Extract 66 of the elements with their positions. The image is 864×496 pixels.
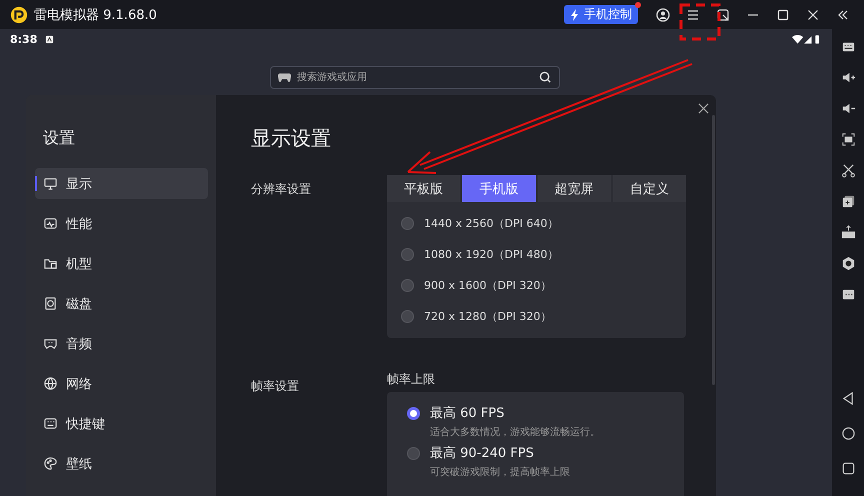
close-icon[interactable] bbox=[698, 103, 709, 114]
phone-control-button[interactable]: 手机控制 bbox=[564, 5, 638, 24]
window-title: 雷电模拟器 9.1.68.0 bbox=[34, 6, 157, 24]
screen-resize-icon[interactable] bbox=[716, 8, 730, 22]
option-label[interactable]: 最高 60 FPS bbox=[430, 404, 600, 422]
audio-icon bbox=[43, 336, 58, 351]
option-description: 可突破游戏限制，提高帧率上限 bbox=[430, 466, 570, 479]
account-icon[interactable] bbox=[656, 8, 670, 22]
search-icon[interactable] bbox=[539, 71, 551, 83]
option-description: 适合大多数情况，游戏能够流畅运行。 bbox=[430, 426, 600, 439]
sidebar-item[interactable]: 性能 bbox=[35, 208, 208, 239]
more-icon[interactable] bbox=[840, 287, 856, 302]
option-label[interactable]: 1080 x 1920（DPI 480） bbox=[424, 247, 558, 262]
search-field[interactable]: 搜索游戏或应用 bbox=[270, 66, 560, 89]
collapse-icon[interactable] bbox=[836, 8, 850, 22]
sidebar-item[interactable]: 快捷键 bbox=[35, 408, 208, 439]
wallpaper-icon bbox=[43, 456, 58, 471]
apk-install-icon[interactable] bbox=[840, 225, 856, 240]
clock-time: 8:38 bbox=[10, 32, 38, 46]
model-icon bbox=[43, 256, 58, 271]
sidebar-item[interactable]: 网络 bbox=[35, 368, 208, 399]
option-label[interactable]: 900 x 1600（DPI 320） bbox=[424, 278, 552, 293]
volume-up-icon[interactable] bbox=[840, 70, 856, 85]
settings-title: 设置 bbox=[43, 128, 76, 149]
notification-icon bbox=[45, 34, 54, 44]
sidebar-item[interactable]: 机型 bbox=[35, 248, 208, 279]
subsection-label: 帧率上限 bbox=[387, 371, 436, 385]
scissors-icon[interactable] bbox=[840, 163, 856, 178]
lightning-icon bbox=[570, 8, 580, 20]
option-label[interactable]: 最高 90-240 FPS bbox=[430, 444, 570, 462]
hexagon-icon[interactable] bbox=[840, 256, 856, 271]
page-heading: 显示设置 bbox=[251, 125, 332, 152]
sidebar-item[interactable]: 磁盘 bbox=[35, 288, 208, 319]
gamepad-icon bbox=[278, 73, 291, 82]
volume-down-icon[interactable] bbox=[840, 101, 856, 116]
radio-button[interactable] bbox=[401, 248, 414, 261]
network-icon bbox=[43, 376, 58, 391]
performance-icon bbox=[43, 216, 58, 231]
add-window-icon[interactable] bbox=[840, 194, 856, 209]
sidebar-item[interactable]: 壁纸 bbox=[35, 448, 208, 479]
tab[interactable]: 平板版 bbox=[387, 175, 460, 202]
wifi-signal-battery-icon bbox=[792, 34, 820, 44]
option-label[interactable]: 720 x 1280（DPI 320） bbox=[424, 309, 552, 324]
recent-apps-icon[interactable] bbox=[840, 461, 856, 476]
radio-button[interactable] bbox=[401, 310, 414, 323]
radio-button[interactable] bbox=[407, 447, 420, 460]
home-icon[interactable] bbox=[840, 426, 856, 441]
menu-icon[interactable] bbox=[686, 8, 700, 22]
sidebar-item[interactable]: 音频 bbox=[35, 328, 208, 359]
tab[interactable]: 超宽屏 bbox=[538, 175, 611, 202]
radio-button[interactable] bbox=[407, 407, 420, 420]
highlight-box bbox=[680, 4, 720, 40]
sidebar-item[interactable]: 显示 bbox=[35, 168, 208, 199]
fullscreen-icon[interactable] bbox=[840, 132, 856, 147]
radio-button[interactable] bbox=[401, 217, 414, 230]
shortcut-icon bbox=[43, 416, 58, 431]
option-label[interactable]: 1440 x 2560（DPI 640） bbox=[424, 216, 558, 231]
tab[interactable]: 手机版 bbox=[462, 175, 536, 202]
section-label: 分辨率设置 bbox=[251, 181, 312, 198]
radio-button[interactable] bbox=[401, 279, 414, 292]
display-icon bbox=[43, 176, 58, 191]
back-icon[interactable] bbox=[840, 391, 856, 406]
section-label: 帧率设置 bbox=[251, 378, 300, 395]
tab[interactable]: 自定义 bbox=[612, 175, 686, 202]
maximize-icon[interactable] bbox=[776, 8, 790, 22]
app-logo-icon bbox=[10, 6, 28, 24]
